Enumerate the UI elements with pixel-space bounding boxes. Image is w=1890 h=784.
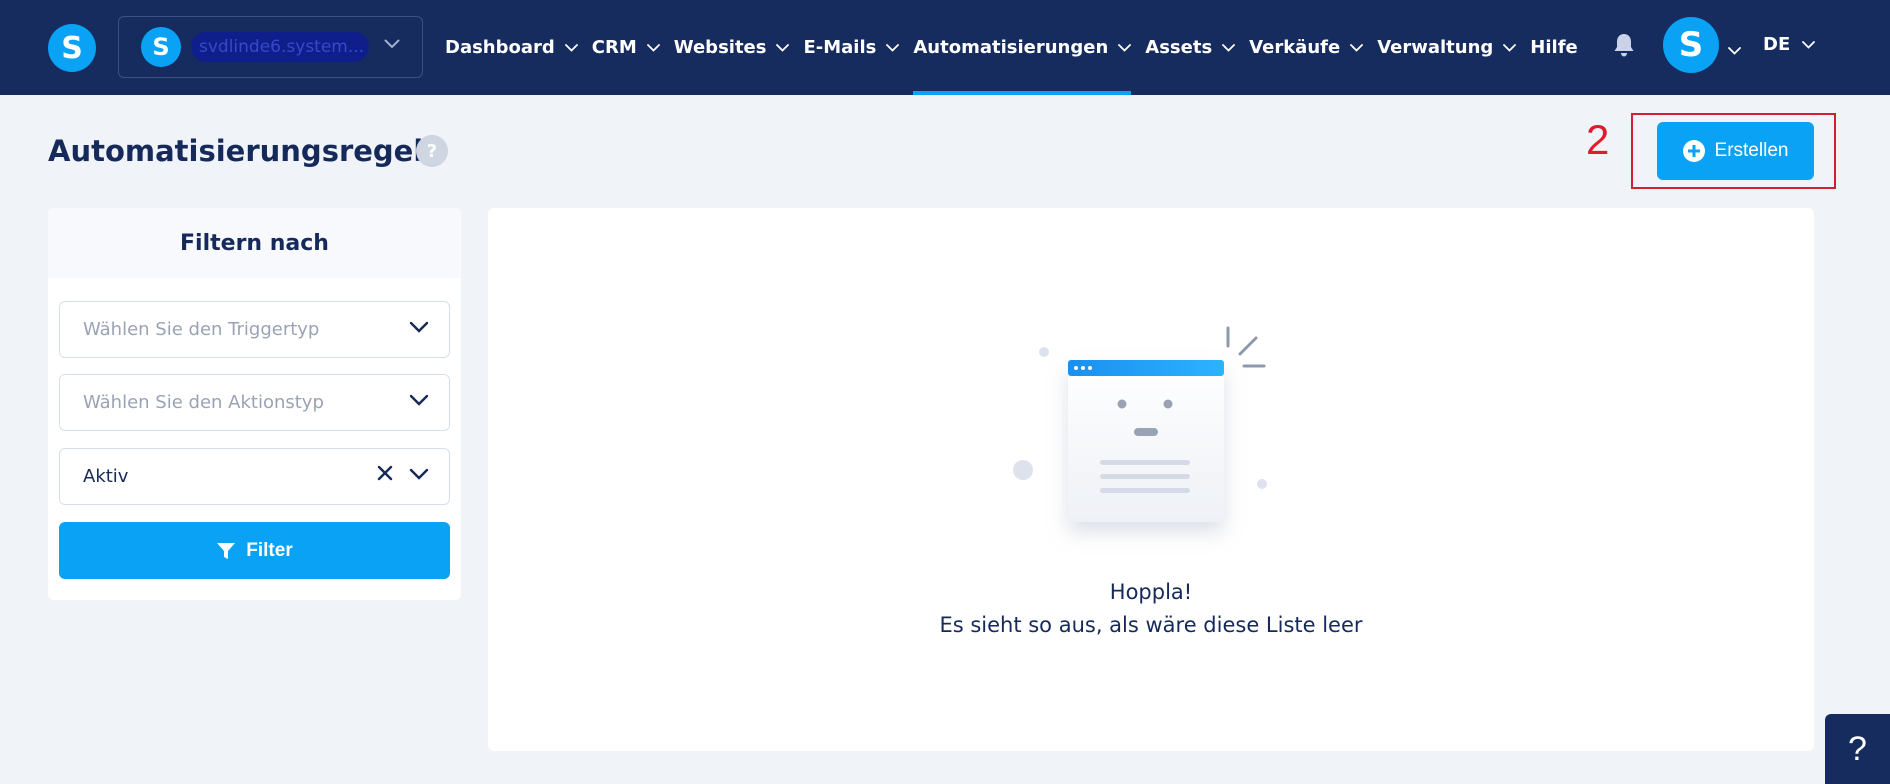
page-title: Automatisierungsregeln [48, 134, 444, 168]
help-chat-button[interactable]: ? [1825, 714, 1890, 784]
funnel-icon [217, 542, 236, 559]
main-nav: Dashboard CRM Websites E-Mails Automatis… [445, 0, 1592, 95]
help-fab-glyph: ? [1848, 729, 1867, 768]
rules-list-panel: Hoppla! Es sieht so aus, als wäre diese … [488, 208, 1814, 751]
logo-letter: S [61, 30, 83, 66]
nav-label: Websites [673, 37, 767, 58]
create-button-label: Erstellen [1714, 140, 1789, 161]
filter-header: Filtern nach [48, 208, 461, 278]
chevron-down-icon [564, 43, 578, 52]
nav-label: CRM [591, 37, 637, 58]
nav-websites[interactable]: Websites [674, 0, 790, 95]
status-value: Aktiv [83, 466, 129, 487]
language-label: DE [1763, 34, 1791, 55]
chevron-down-icon [409, 321, 429, 333]
nav-label: Dashboard [445, 37, 555, 58]
nav-hilfe[interactable]: Hilfe [1530, 0, 1577, 95]
nav-label: Automatisierungen [913, 37, 1109, 58]
nav-emails[interactable]: E-Mails [803, 0, 900, 95]
nav-label: E-Mails [803, 37, 877, 58]
site-selector[interactable]: S svdlinde6.system... [118, 16, 423, 78]
chevron-down-icon [646, 43, 660, 52]
user-avatar[interactable]: S [1663, 17, 1719, 73]
filter-button[interactable]: Filter [59, 522, 450, 579]
nav-verwaltung[interactable]: Verwaltung [1377, 0, 1517, 95]
chevron-down-icon [1222, 43, 1236, 52]
site-avatar-letter: S [152, 33, 170, 61]
help-badge-glyph: ? [426, 140, 438, 162]
create-button[interactable]: Erstellen [1657, 122, 1814, 180]
chevron-down-icon [1503, 43, 1517, 52]
action-type-placeholder: Wählen Sie den Aktionstyp [83, 392, 324, 413]
filter-panel: Filtern nach Wählen Sie den Triggertyp W… [48, 208, 461, 600]
nav-automatisierungen[interactable]: Automatisierungen [913, 0, 1132, 95]
filter-button-label: Filter [246, 539, 293, 561]
language-selector[interactable]: DE [1763, 34, 1816, 55]
action-type-select[interactable]: Wählen Sie den Aktionstyp [59, 374, 450, 431]
nav-verkaeufe[interactable]: Verkäufe [1249, 0, 1364, 95]
trigger-type-placeholder: Wählen Sie den Triggertyp [83, 319, 320, 340]
chevron-down-icon [1802, 40, 1816, 49]
site-avatar: S [141, 27, 181, 67]
user-avatar-letter: S [1678, 25, 1704, 65]
nav-label: Verwaltung [1377, 37, 1494, 58]
empty-state-title: Hoppla! [1109, 580, 1193, 604]
empty-state-subtitle: Es sieht so aus, als wäre diese Liste le… [939, 613, 1363, 637]
site-name: svdlinde6.system... [191, 32, 369, 62]
nav-crm[interactable]: CRM [592, 0, 660, 95]
chevron-down-icon [409, 394, 429, 406]
close-icon[interactable] [377, 465, 393, 486]
bell-icon[interactable] [1613, 32, 1635, 62]
trigger-type-select[interactable]: Wählen Sie den Triggertyp [59, 301, 450, 358]
chevron-down-icon [1350, 43, 1364, 52]
nav-dashboard[interactable]: Dashboard [445, 0, 578, 95]
annotation-step-number: 2 [1586, 116, 1610, 163]
nav-label: Verkäufe [1249, 37, 1341, 58]
nav-assets[interactable]: Assets [1145, 0, 1236, 95]
top-navigation-bar: S S svdlinde6.system... Dashboard CRM We… [0, 0, 1890, 95]
chevron-down-icon [1118, 43, 1132, 52]
chevron-down-icon[interactable] [1728, 40, 1741, 59]
plus-circle-icon [1682, 140, 1705, 162]
chevron-down-icon [886, 43, 900, 52]
app-logo[interactable]: S [48, 24, 96, 72]
nav-label: Assets [1145, 37, 1213, 58]
empty-list-illustration [1013, 326, 1267, 522]
nav-label: Hilfe [1530, 37, 1578, 58]
status-select[interactable]: Aktiv [59, 448, 450, 505]
chevron-down-icon [384, 39, 400, 49]
chevron-down-icon [409, 468, 429, 480]
chevron-down-icon [776, 43, 790, 52]
help-icon[interactable]: ? [416, 135, 448, 167]
